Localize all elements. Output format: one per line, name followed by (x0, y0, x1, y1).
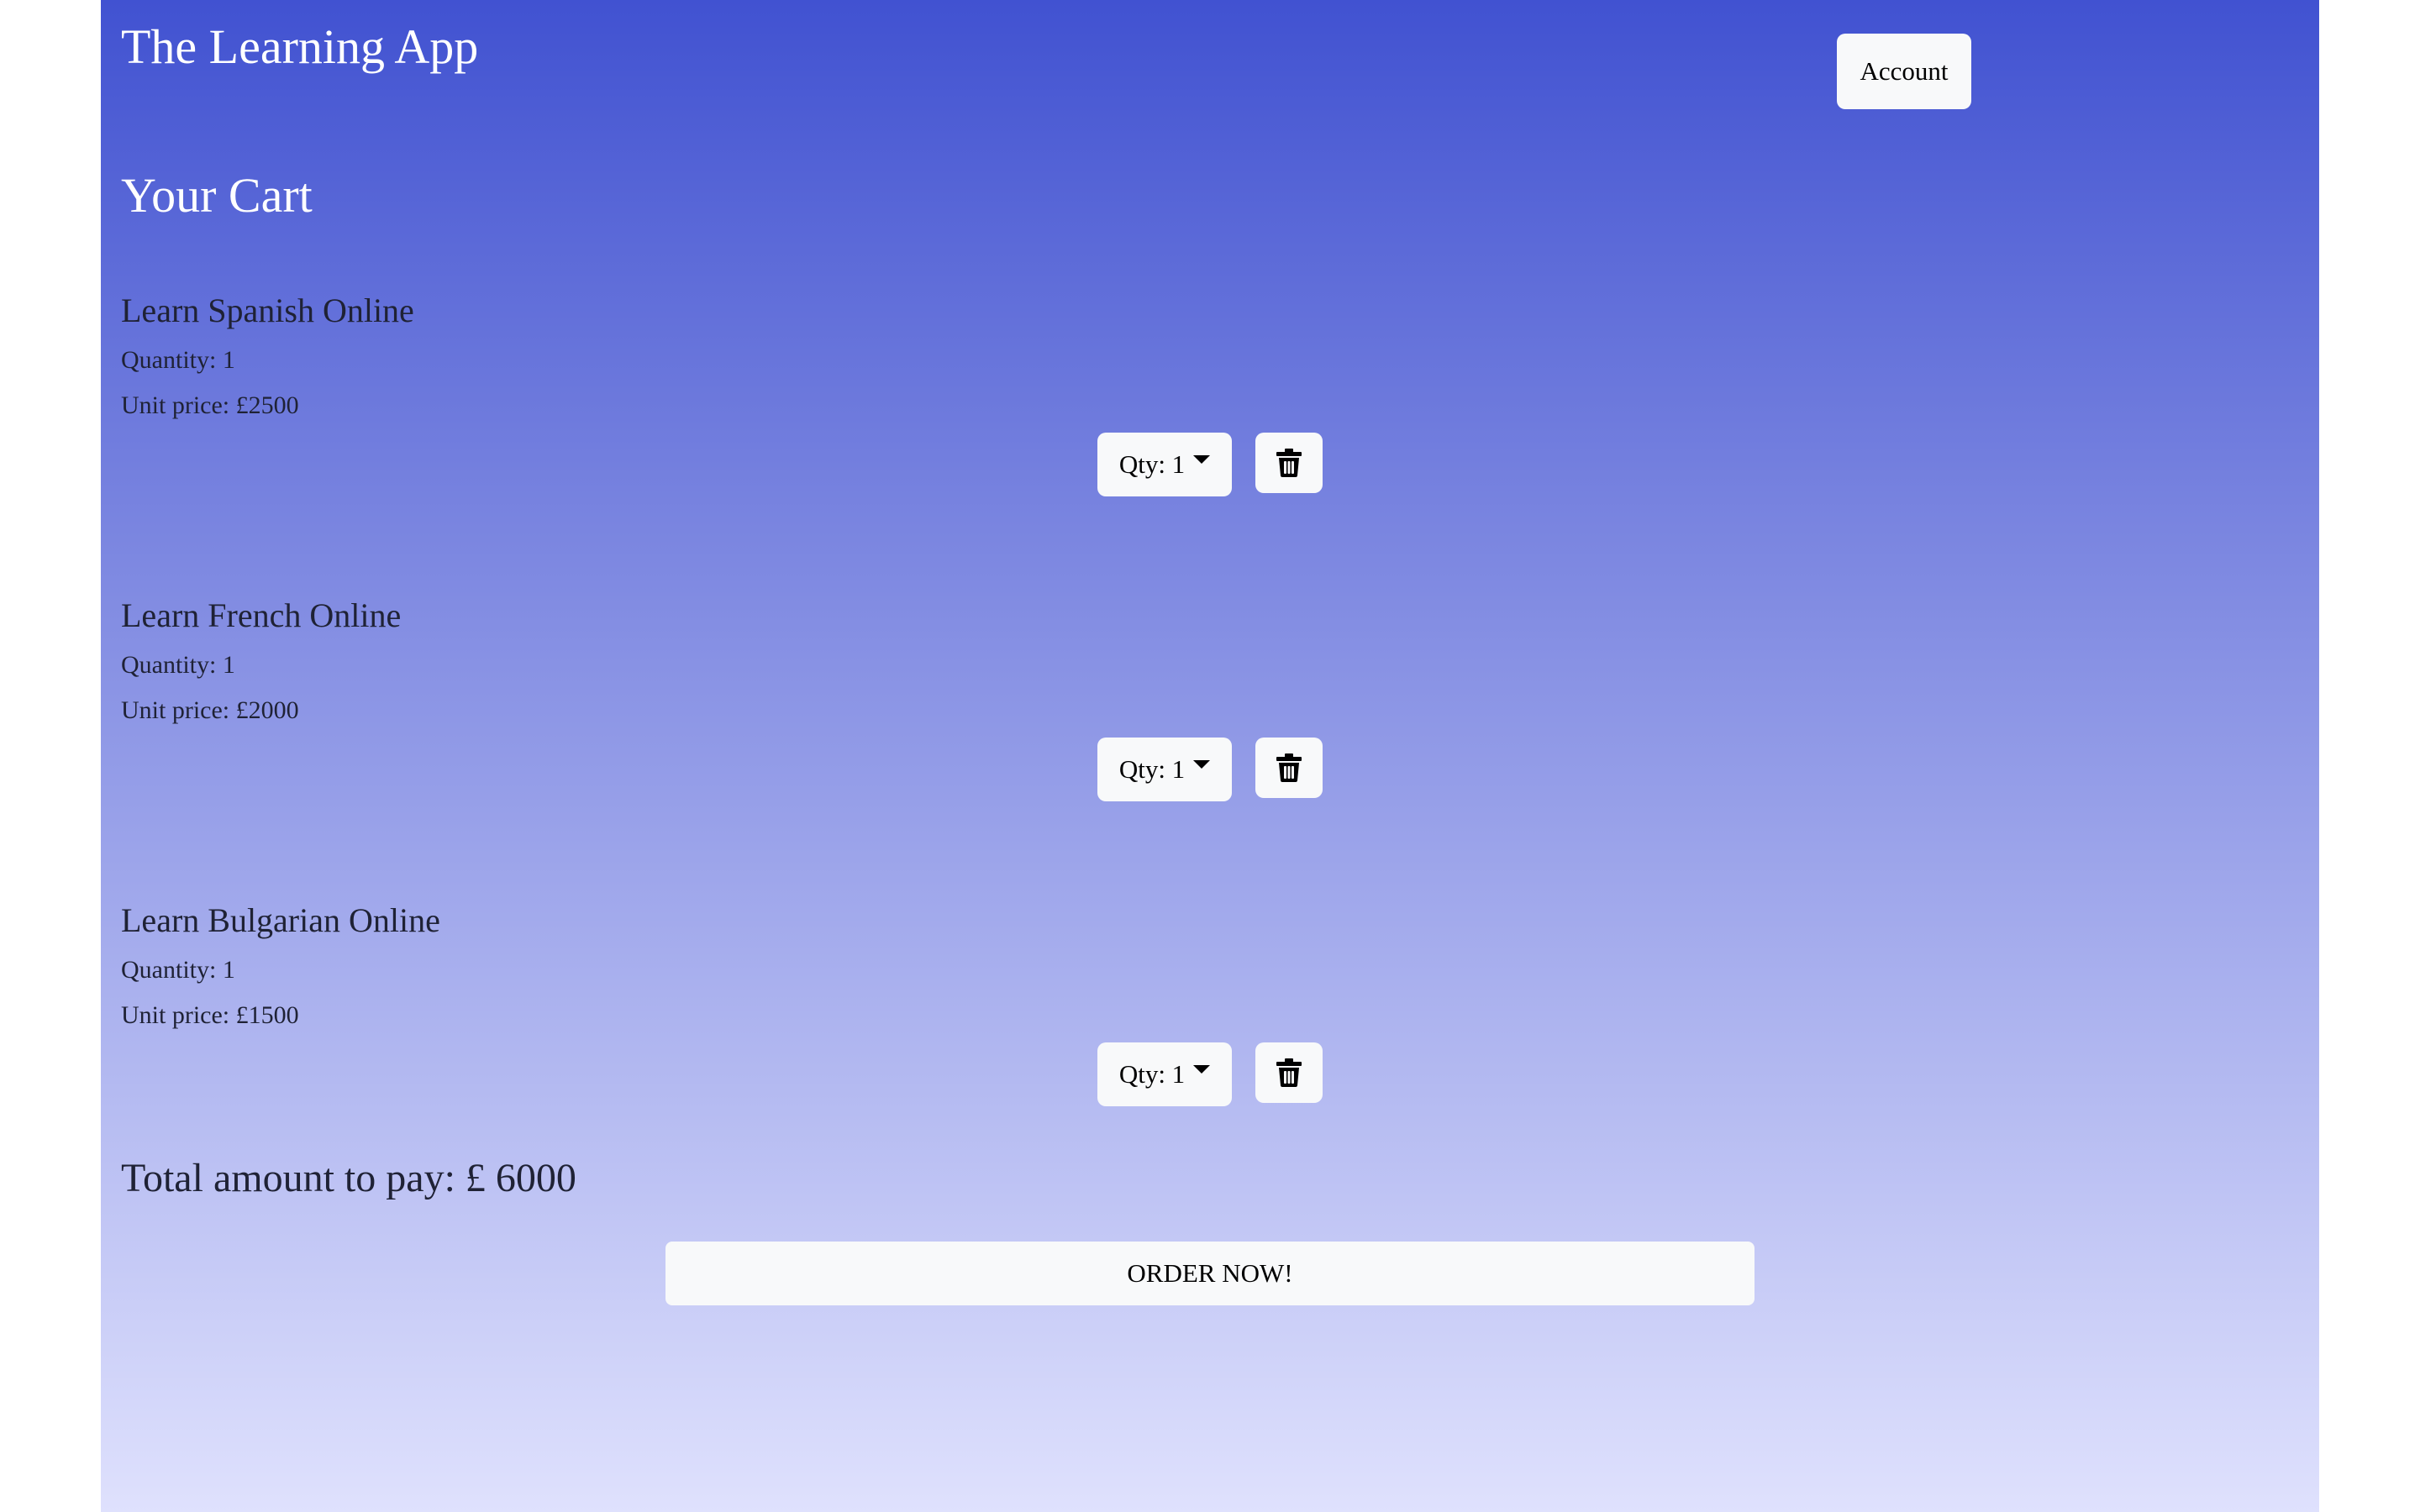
item-unit-price: Unit price: £1500 (121, 1001, 299, 1029)
quantity-dropdown-label: Qty: 1 (1118, 1059, 1186, 1089)
item-name: Learn Spanish Online (121, 291, 414, 329)
delete-item-button[interactable] (1255, 1042, 1323, 1103)
order-now-button[interactable]: ORDER NOW! (666, 1242, 1754, 1305)
app-title: The Learning App (121, 19, 479, 74)
quantity-dropdown[interactable]: Qty: 1 (1097, 738, 1232, 801)
delete-item-button[interactable] (1255, 433, 1323, 493)
quantity-dropdown-label: Qty: 1 (1118, 449, 1186, 479)
item-quantity: Quantity: 1 (121, 956, 235, 984)
quantity-dropdown[interactable]: Qty: 1 (1097, 1042, 1232, 1106)
item-name: Learn Bulgarian Online (121, 901, 440, 939)
quantity-dropdown[interactable]: Qty: 1 (1097, 433, 1232, 496)
cart-item: Learn Bulgarian Online Quantity: 1 Unit … (121, 900, 2306, 1135)
delete-item-button[interactable] (1255, 738, 1323, 798)
app-container: The Learning App Account Your Cart Learn… (101, 0, 2319, 1512)
item-quantity: Quantity: 1 (121, 346, 235, 374)
item-name: Learn French Online (121, 596, 402, 634)
item-quantity: Quantity: 1 (121, 651, 235, 679)
cart-title: Your Cart (121, 168, 313, 223)
quantity-dropdown-label: Qty: 1 (1118, 754, 1186, 784)
caret-down-icon (1193, 455, 1211, 464)
cart-item: Learn Spanish Online Quantity: 1 Unit pr… (121, 290, 2306, 525)
item-unit-price: Unit price: £2000 (121, 696, 299, 724)
trash-icon (1276, 1058, 1302, 1087)
caret-down-icon (1193, 760, 1211, 769)
cart-item: Learn French Online Quantity: 1 Unit pri… (121, 595, 2306, 830)
total-amount: Total amount to pay: £ 6000 (121, 1156, 576, 1200)
item-unit-price: Unit price: £2500 (121, 391, 299, 419)
trash-icon (1276, 449, 1302, 477)
caret-down-icon (1193, 1065, 1211, 1074)
account-button[interactable]: Account (1837, 34, 1971, 109)
trash-icon (1276, 753, 1302, 782)
